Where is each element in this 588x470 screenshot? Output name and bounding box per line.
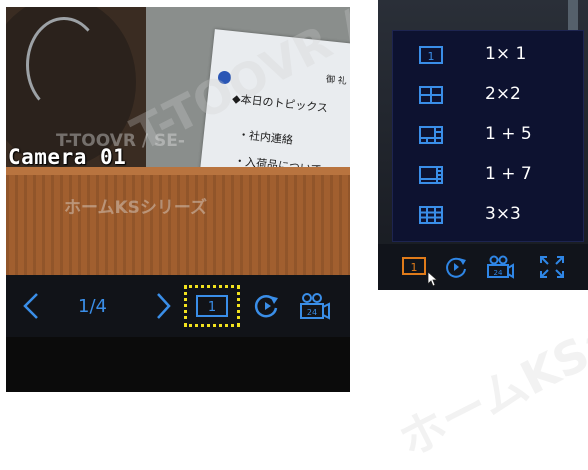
page-indicator: 1/4 (78, 296, 107, 317)
video-push-pin (218, 71, 231, 84)
svg-text:24: 24 (494, 269, 503, 277)
layout-1x1-icon: 1 (419, 44, 443, 66)
chevron-left-icon (23, 293, 38, 319)
panel-toolbar: 1 24 (378, 244, 588, 290)
fullscreen-icon (540, 256, 564, 278)
watermark-overlay-2: ホームKSシリーズ (64, 198, 208, 218)
layout-2x2-icon (419, 84, 443, 106)
rotate-button[interactable] (250, 289, 282, 323)
watermark-overlay-1: T-TOOVR / SE- (56, 131, 185, 151)
layout-button-active[interactable]: 1 (398, 252, 438, 286)
layout-option-2x2[interactable]: 2×2 (393, 75, 583, 115)
layout-1plus5-icon (419, 124, 443, 146)
record-camera-icon: 24 (300, 293, 330, 320)
playback-toolbar: 1/4 1 24 (6, 275, 350, 337)
layout-option-label: 1× 1 (485, 44, 527, 64)
layout-single-icon: 1 (196, 295, 228, 317)
record-button[interactable]: 24 (294, 289, 334, 323)
svg-text:24: 24 (307, 308, 317, 317)
record-button[interactable]: 24 (484, 252, 516, 282)
layout-button-number: 1 (208, 300, 216, 315)
chevron-right-icon (157, 293, 171, 319)
svg-text:1: 1 (411, 261, 418, 274)
layout-option-label: 3×3 (485, 204, 521, 224)
layout-option-1x1[interactable]: 1 1× 1 (393, 35, 583, 75)
mouse-cursor-icon (428, 272, 438, 286)
layout-option-label: 2×2 (485, 84, 521, 104)
layout-single-icon: 1 (402, 257, 426, 275)
layout-option-1plus7[interactable]: 1 + 7 (393, 155, 583, 195)
layout-option-label: 1 + 5 (485, 124, 532, 144)
layout-option-3x3[interactable]: 3×3 (393, 195, 583, 235)
video-desk-surface (6, 175, 350, 275)
layout-button[interactable]: 1 (184, 285, 240, 327)
layout-option-1plus5[interactable]: 1 + 5 (393, 115, 583, 155)
layout-1plus7-icon (419, 164, 443, 186)
rotate-button[interactable] (440, 252, 472, 282)
video-cable-shape (26, 17, 102, 113)
layout-menu: 1 1× 1 2×2 1 + 5 1 + 7 3×3 (392, 30, 584, 242)
paper-line-4: 御 礼 (325, 74, 348, 88)
layout-3x3-icon (419, 204, 443, 226)
fullscreen-button[interactable] (536, 252, 568, 282)
record-camera-icon: 24 (487, 255, 514, 279)
rotate-icon (446, 257, 466, 278)
previous-page-button[interactable] (16, 289, 46, 323)
next-page-button[interactable] (154, 289, 174, 323)
svg-text:1: 1 (428, 50, 435, 63)
rotate-icon (254, 295, 278, 318)
layout-menu-panel: 1 1× 1 2×2 1 + 5 1 + 7 3×3 1 24 (378, 0, 588, 290)
layout-option-label: 1 + 7 (485, 164, 532, 184)
camera-live-panel: ◆本日のトピックス ・社内連絡 ・入荷品について 御 礼 Camera 01 1… (6, 7, 350, 392)
